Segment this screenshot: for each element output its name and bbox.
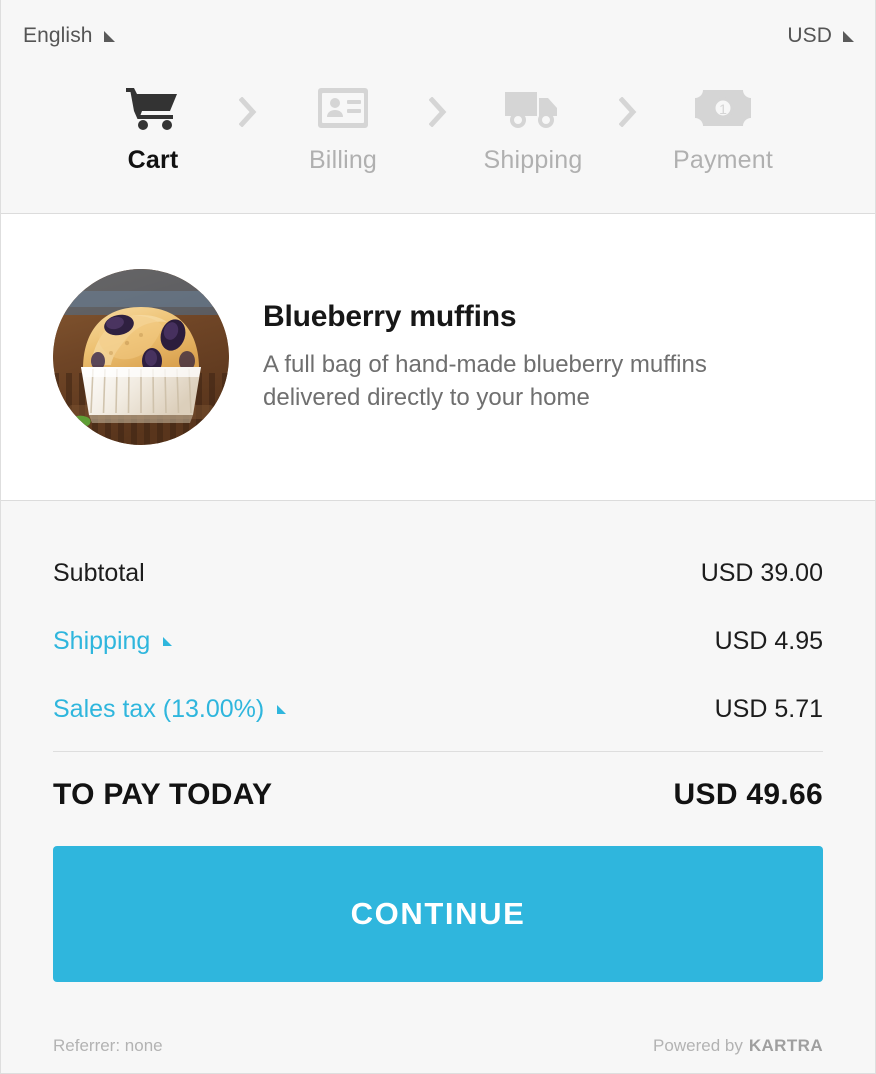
summary-row-subtotal: Subtotal USD 39.00 xyxy=(53,539,823,607)
step-cart[interactable]: Cart xyxy=(78,80,228,175)
product-thumbnail xyxy=(53,269,229,445)
id-card-icon xyxy=(318,80,368,136)
chevron-down-icon xyxy=(277,704,287,714)
currency-selector[interactable]: USD xyxy=(787,24,855,48)
product-info: Blueberry muffins A full bag of hand-mad… xyxy=(263,300,803,414)
step-payment[interactable]: 1 Payment xyxy=(648,80,798,175)
checkout-steps: Cart Billing Shipping 1 Payment xyxy=(1,72,875,214)
continue-button[interactable]: CONTINUE xyxy=(53,846,823,982)
chevron-right-icon xyxy=(608,84,648,140)
step-shipping[interactable]: Shipping xyxy=(458,80,608,175)
sales-tax-link[interactable]: Sales tax (13.00%) xyxy=(53,694,287,724)
shopping-cart-icon xyxy=(125,80,181,136)
delivery-truck-icon xyxy=(505,80,561,136)
powered-by: Powered by KARTRA xyxy=(653,1036,823,1056)
summary-row-label: Subtotal xyxy=(53,558,145,587)
blueberry-muffin-photo xyxy=(53,269,229,445)
shipping-link[interactable]: Shipping xyxy=(53,626,173,656)
footer: Referrer: none Powered by KARTRA xyxy=(53,1019,823,1073)
svg-text:1: 1 xyxy=(719,101,727,117)
total-value: USD 49.66 xyxy=(673,778,823,811)
summary-row-value: USD 39.00 xyxy=(700,558,823,587)
summary-row-shipping: Shipping USD 4.95 xyxy=(53,607,823,675)
total-row: TO PAY TODAY USD 49.66 xyxy=(53,752,823,838)
language-selector[interactable]: English xyxy=(23,24,116,48)
step-billing[interactable]: Billing xyxy=(268,80,418,175)
chevron-right-icon xyxy=(228,84,268,140)
summary-row-value: USD 5.71 xyxy=(714,694,823,723)
step-label: Billing xyxy=(308,146,378,174)
product-title: Blueberry muffins xyxy=(263,299,517,333)
chevron-down-icon xyxy=(163,636,173,646)
summary-row-label: Sales tax (13.00%) xyxy=(53,694,265,723)
order-summary: Subtotal USD 39.00 Shipping USD 4.95 Sal… xyxy=(1,501,875,1073)
step-label: Shipping xyxy=(483,146,583,174)
total-label: TO PAY TODAY xyxy=(53,778,273,811)
product-row: Blueberry muffins A full bag of hand-mad… xyxy=(1,214,875,501)
step-label: Payment xyxy=(672,146,774,174)
top-bar: English USD xyxy=(1,0,875,72)
language-label: English xyxy=(23,24,93,47)
banknote-icon: 1 xyxy=(695,80,751,136)
summary-row-sales-tax: Sales tax (13.00%) USD 5.71 xyxy=(53,675,823,743)
product-description: A full bag of hand-made blueberry muffin… xyxy=(263,350,707,411)
checkout-page: English USD Cart Billing Shipping 1 Paym… xyxy=(0,0,876,1074)
currency-label: USD xyxy=(787,24,832,47)
chevron-down-icon xyxy=(103,30,115,42)
step-label: Cart xyxy=(127,146,179,174)
powered-by-text: Powered by xyxy=(653,1036,743,1055)
summary-row-label: Shipping xyxy=(53,626,151,655)
summary-row-value: USD 4.95 xyxy=(714,626,823,655)
chevron-right-icon xyxy=(418,84,458,140)
kartra-logo: KARTRA xyxy=(748,1036,823,1055)
referrer-text: Referrer: none xyxy=(53,1036,163,1055)
chevron-down-icon xyxy=(843,30,854,42)
